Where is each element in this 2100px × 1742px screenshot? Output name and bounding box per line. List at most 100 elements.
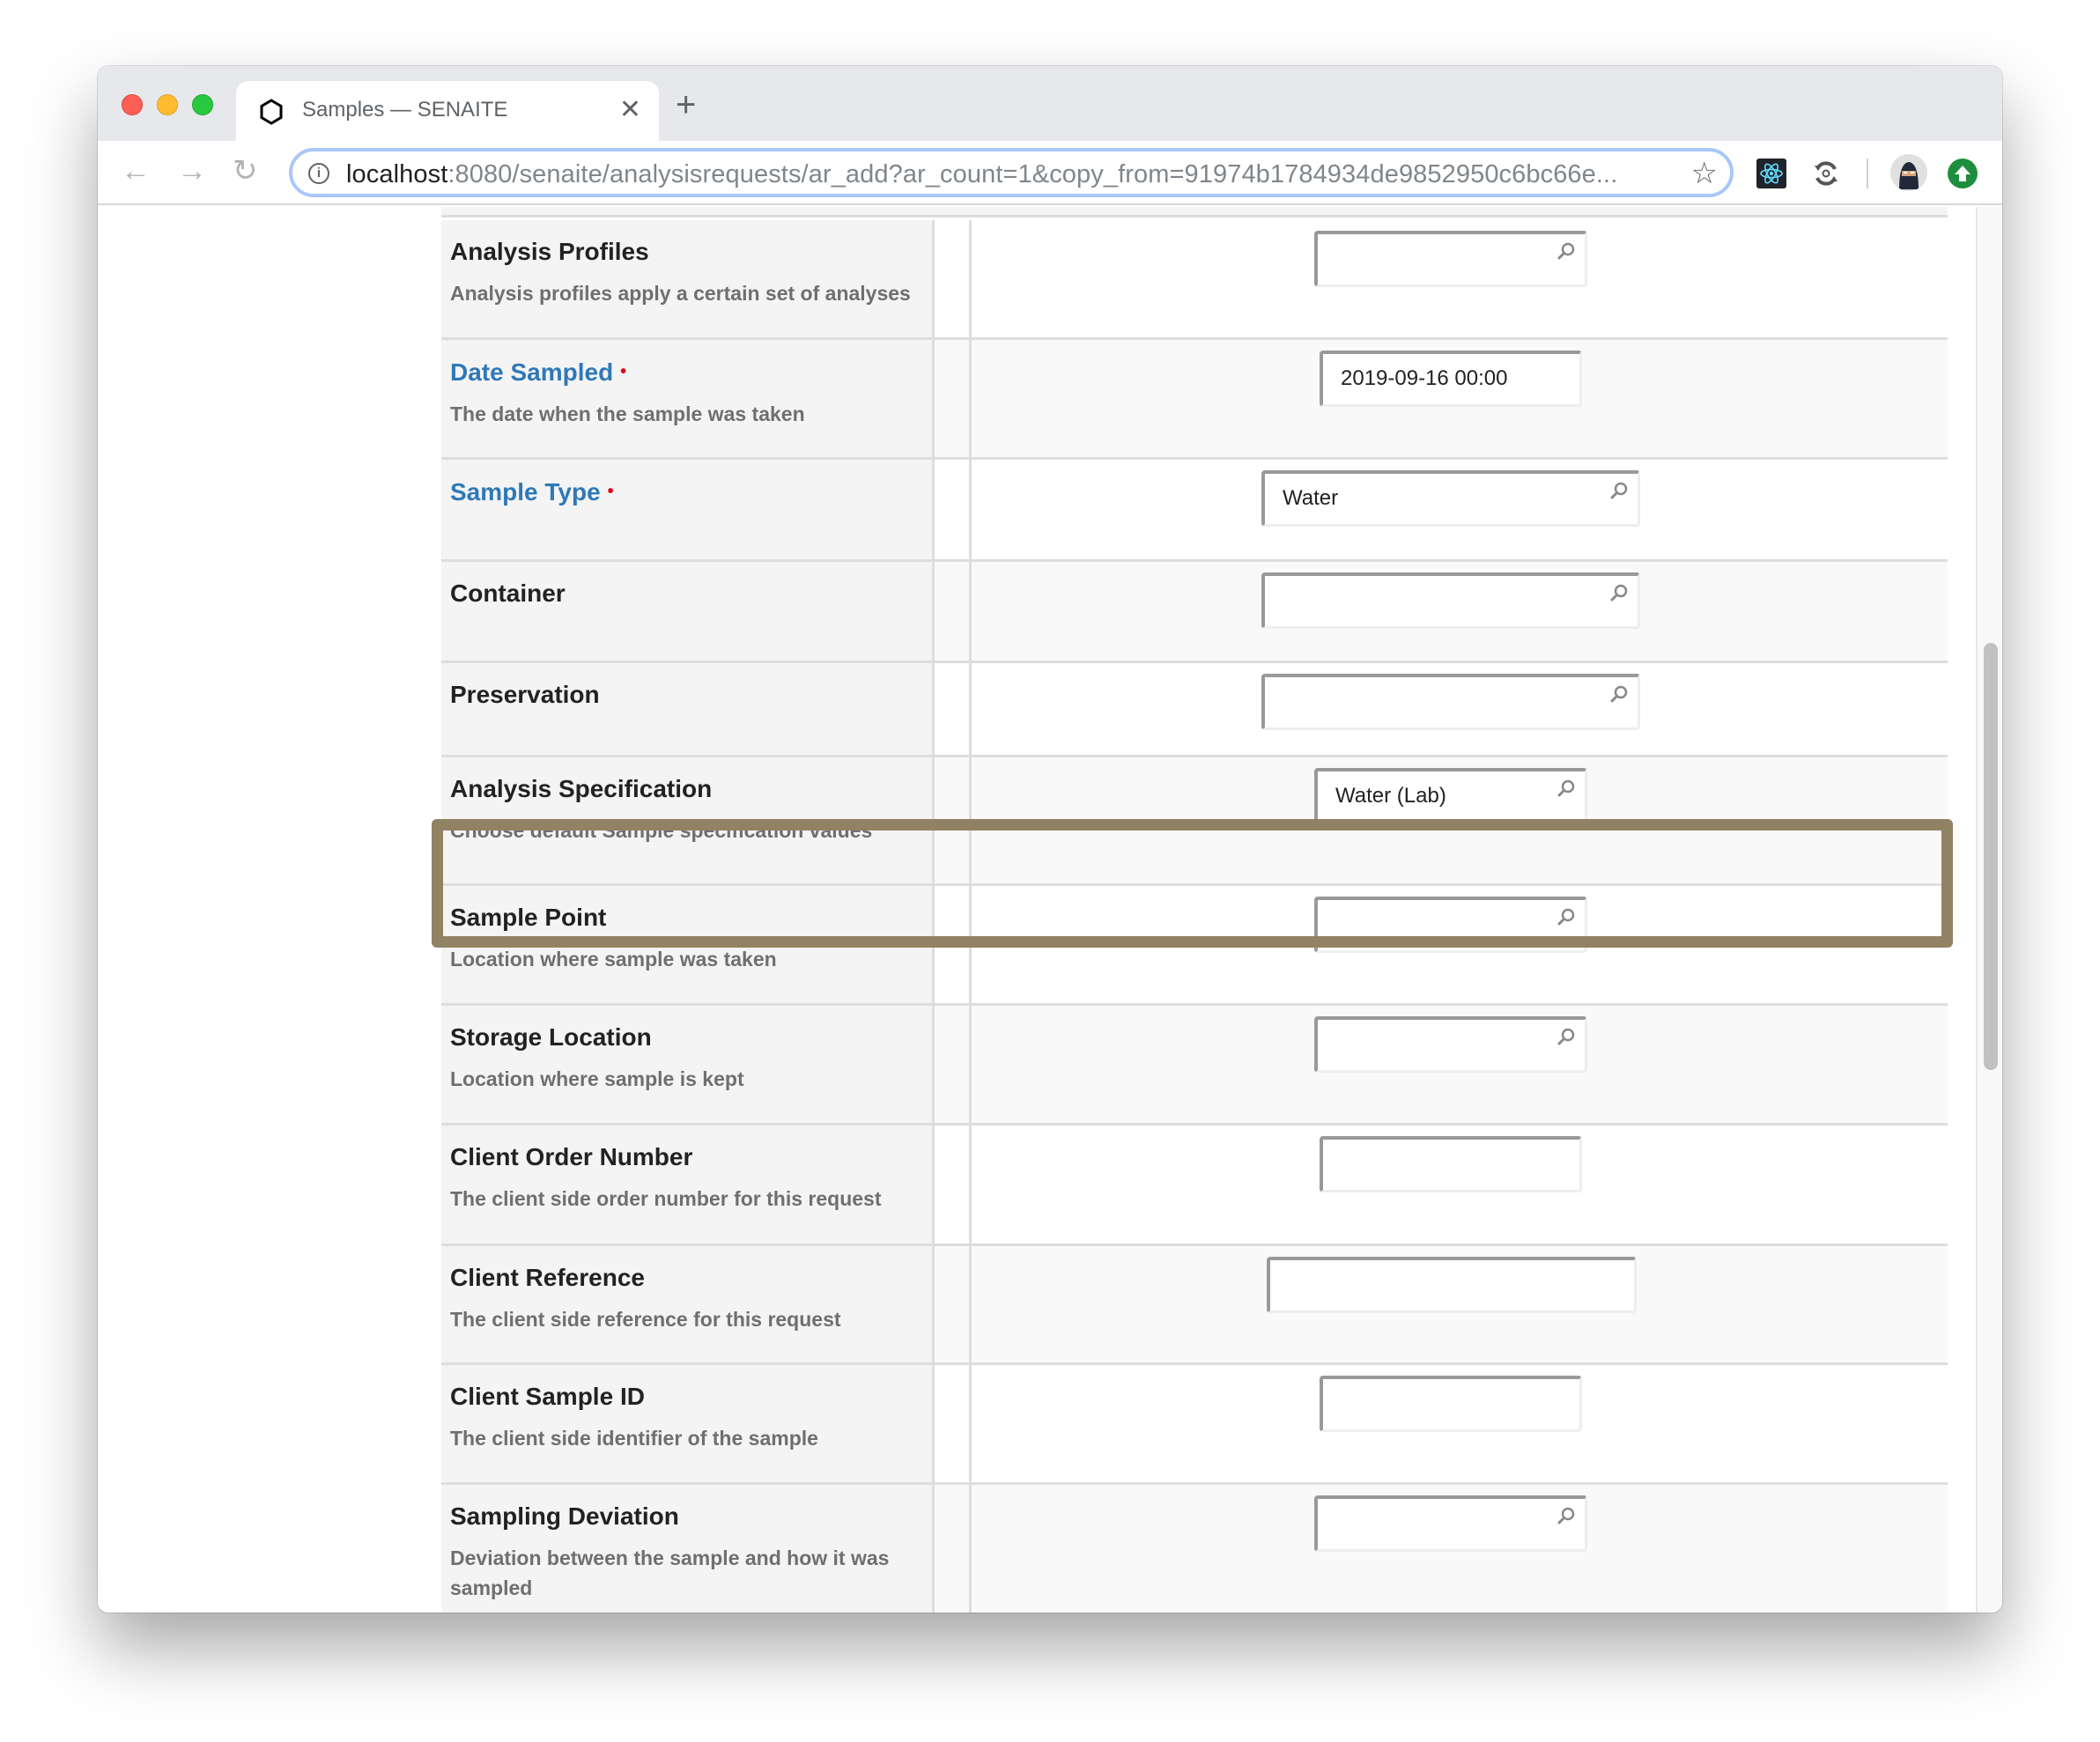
table-header-strip <box>441 207 1948 218</box>
url-host: localhost <box>346 160 448 188</box>
site-info-icon[interactable]: i <box>308 163 329 184</box>
search-lookup-icon[interactable] <box>1557 1506 1576 1525</box>
field-title-text: Client Sample ID <box>450 1383 645 1410</box>
browser-window: Samples — SENAITE ✕ + ← → ↻ i localhost:… <box>98 66 2002 1613</box>
field-label-cell: Container <box>441 562 935 661</box>
field-input-cell <box>972 1246 1948 1362</box>
form-row: Date Sampled • The date when the sample wa… <box>441 340 1948 460</box>
input-value: Water (Lab) <box>1335 784 1446 808</box>
browser-toolbar: ← → ↻ i localhost:8080/senaite/analysisr… <box>98 141 2002 205</box>
zoom-window-button[interactable] <box>192 94 213 115</box>
storage-location-input[interactable] <box>1314 1016 1587 1073</box>
address-bar[interactable]: i localhost:8080/senaite/analysisrequest… <box>289 148 1734 197</box>
react-devtools-icon[interactable] <box>1756 159 1786 188</box>
spacer-cell <box>935 220 972 337</box>
field-title-text: Sample Type <box>450 478 601 506</box>
client-sample-id-input[interactable] <box>1320 1376 1582 1432</box>
close-window-button[interactable] <box>122 94 143 115</box>
field-label-cell: Client Reference The client side referenc… <box>441 1246 935 1362</box>
reload-button[interactable]: ↻ <box>233 153 258 188</box>
spacer-cell <box>935 1485 972 1613</box>
field-label-cell: Analysis Profiles Analysis profiles apply… <box>441 220 935 337</box>
field-help-text: The client side identifier of the sample <box>450 1427 818 1450</box>
spacer-cell <box>935 663 972 755</box>
client-order-number-input[interactable] <box>1320 1136 1582 1192</box>
field-input-cell <box>972 886 1948 1003</box>
field-title: Sample Type • <box>450 476 932 508</box>
field-title-text: Client Order Number <box>450 1143 693 1170</box>
spacer-cell <box>935 562 972 661</box>
search-lookup-icon[interactable] <box>1557 779 1576 798</box>
container-input[interactable] <box>1261 572 1640 629</box>
tab-samples[interactable]: Samples — SENAITE ✕ <box>236 81 659 141</box>
search-lookup-icon[interactable] <box>1609 481 1629 500</box>
field-title-text: Date Sampled <box>450 358 614 386</box>
field-label-cell: Storage Location Location where sample is… <box>441 1006 935 1123</box>
new-tab-button[interactable]: + <box>676 87 696 122</box>
back-button[interactable]: ← <box>121 153 151 188</box>
spacer-cell <box>935 340 972 457</box>
field-label-cell: Analysis Specification Choose default Sam… <box>441 757 935 883</box>
field-title: Storage Location <box>450 1022 932 1053</box>
field-help-text: Location where sample was taken <box>450 948 777 971</box>
form-row: Analysis Specification Choose default Sam… <box>441 757 1948 886</box>
field-title-text: Client Reference <box>450 1264 645 1291</box>
search-lookup-icon[interactable] <box>1557 1027 1576 1046</box>
sync-extension-icon[interactable] <box>1811 159 1841 188</box>
field-input-cell <box>972 1006 1948 1123</box>
required-marker: • <box>620 362 627 381</box>
field-title-text: Sampling Deviation <box>450 1502 679 1530</box>
update-arrow-icon[interactable] <box>1948 159 1978 188</box>
form-row: Container <box>441 562 1948 663</box>
field-label-cell: Sample Type • <box>441 460 935 559</box>
field-label-cell: Client Sample ID The client side identifi… <box>441 1365 935 1482</box>
field-input-cell: Water (Lab) <box>972 757 1948 883</box>
field-input-cell <box>972 562 1948 661</box>
senaite-hexagon-icon <box>260 99 283 125</box>
field-title: Client Sample ID <box>450 1381 932 1413</box>
preservation-input[interactable] <box>1261 674 1640 730</box>
field-input-cell <box>972 663 1948 755</box>
tab-close-icon[interactable]: ✕ <box>619 93 641 127</box>
spacer-cell <box>935 886 972 1003</box>
analysis-specification-input[interactable]: Water (Lab) <box>1314 768 1587 824</box>
ninja-avatar-icon[interactable] <box>1890 154 1927 191</box>
sample-point-input[interactable] <box>1314 897 1587 953</box>
date-sampled-input[interactable]: 2019-09-16 00:00 <box>1320 351 1582 407</box>
spacer-cell <box>935 1246 972 1362</box>
field-title: Client Reference <box>450 1262 932 1294</box>
field-title: Analysis Specification <box>450 773 932 805</box>
sampling-deviation-input[interactable] <box>1314 1495 1587 1552</box>
vertical-scrollbar[interactable] <box>1976 207 2002 1613</box>
field-label-cell: Preservation <box>441 663 935 755</box>
spacer-cell <box>935 757 972 883</box>
search-lookup-icon[interactable] <box>1609 583 1629 602</box>
form-row: Analysis Profiles Analysis profiles apply… <box>441 220 1948 340</box>
field-title: Date Sampled • <box>450 356 932 388</box>
search-lookup-icon[interactable] <box>1557 907 1576 926</box>
field-help-text: Deviation between the sample and how it … <box>450 1546 890 1599</box>
field-title: Sampling Deviation <box>450 1501 932 1532</box>
tab-bar: Samples — SENAITE ✕ + <box>98 66 2002 141</box>
forward-button[interactable]: → <box>177 153 207 188</box>
client-reference-input[interactable] <box>1267 1257 1637 1313</box>
field-label-cell: Sample Point Location where sample was ta… <box>441 886 935 1003</box>
field-input-cell <box>972 1485 1948 1613</box>
form-row: Storage Location Location where sample is… <box>441 1006 1948 1126</box>
field-title: Preservation <box>450 679 932 711</box>
url-text[interactable]: localhost:8080/senaite/analysisrequests/… <box>346 160 1617 189</box>
field-title-text: Analysis Specification <box>450 775 713 802</box>
bookmark-star-icon[interactable]: ☆ <box>1691 157 1718 190</box>
minimize-window-button[interactable] <box>157 94 178 115</box>
sample-type-input[interactable]: Water <box>1261 470 1640 527</box>
field-help-text: The client side reference for this reque… <box>450 1308 841 1331</box>
field-title-text: Sample Point <box>450 904 607 931</box>
search-lookup-icon[interactable] <box>1557 241 1576 261</box>
search-lookup-icon[interactable] <box>1609 684 1629 704</box>
form-row: Client Order Number The client side order… <box>441 1126 1948 1246</box>
scrollbar-thumb[interactable] <box>1984 643 1998 1070</box>
input-value: 2019-09-16 00:00 <box>1341 366 1508 390</box>
field-title: Client Order Number <box>450 1141 932 1173</box>
field-title-text: Storage Location <box>450 1023 652 1051</box>
analysis-profiles-input[interactable] <box>1314 231 1587 287</box>
